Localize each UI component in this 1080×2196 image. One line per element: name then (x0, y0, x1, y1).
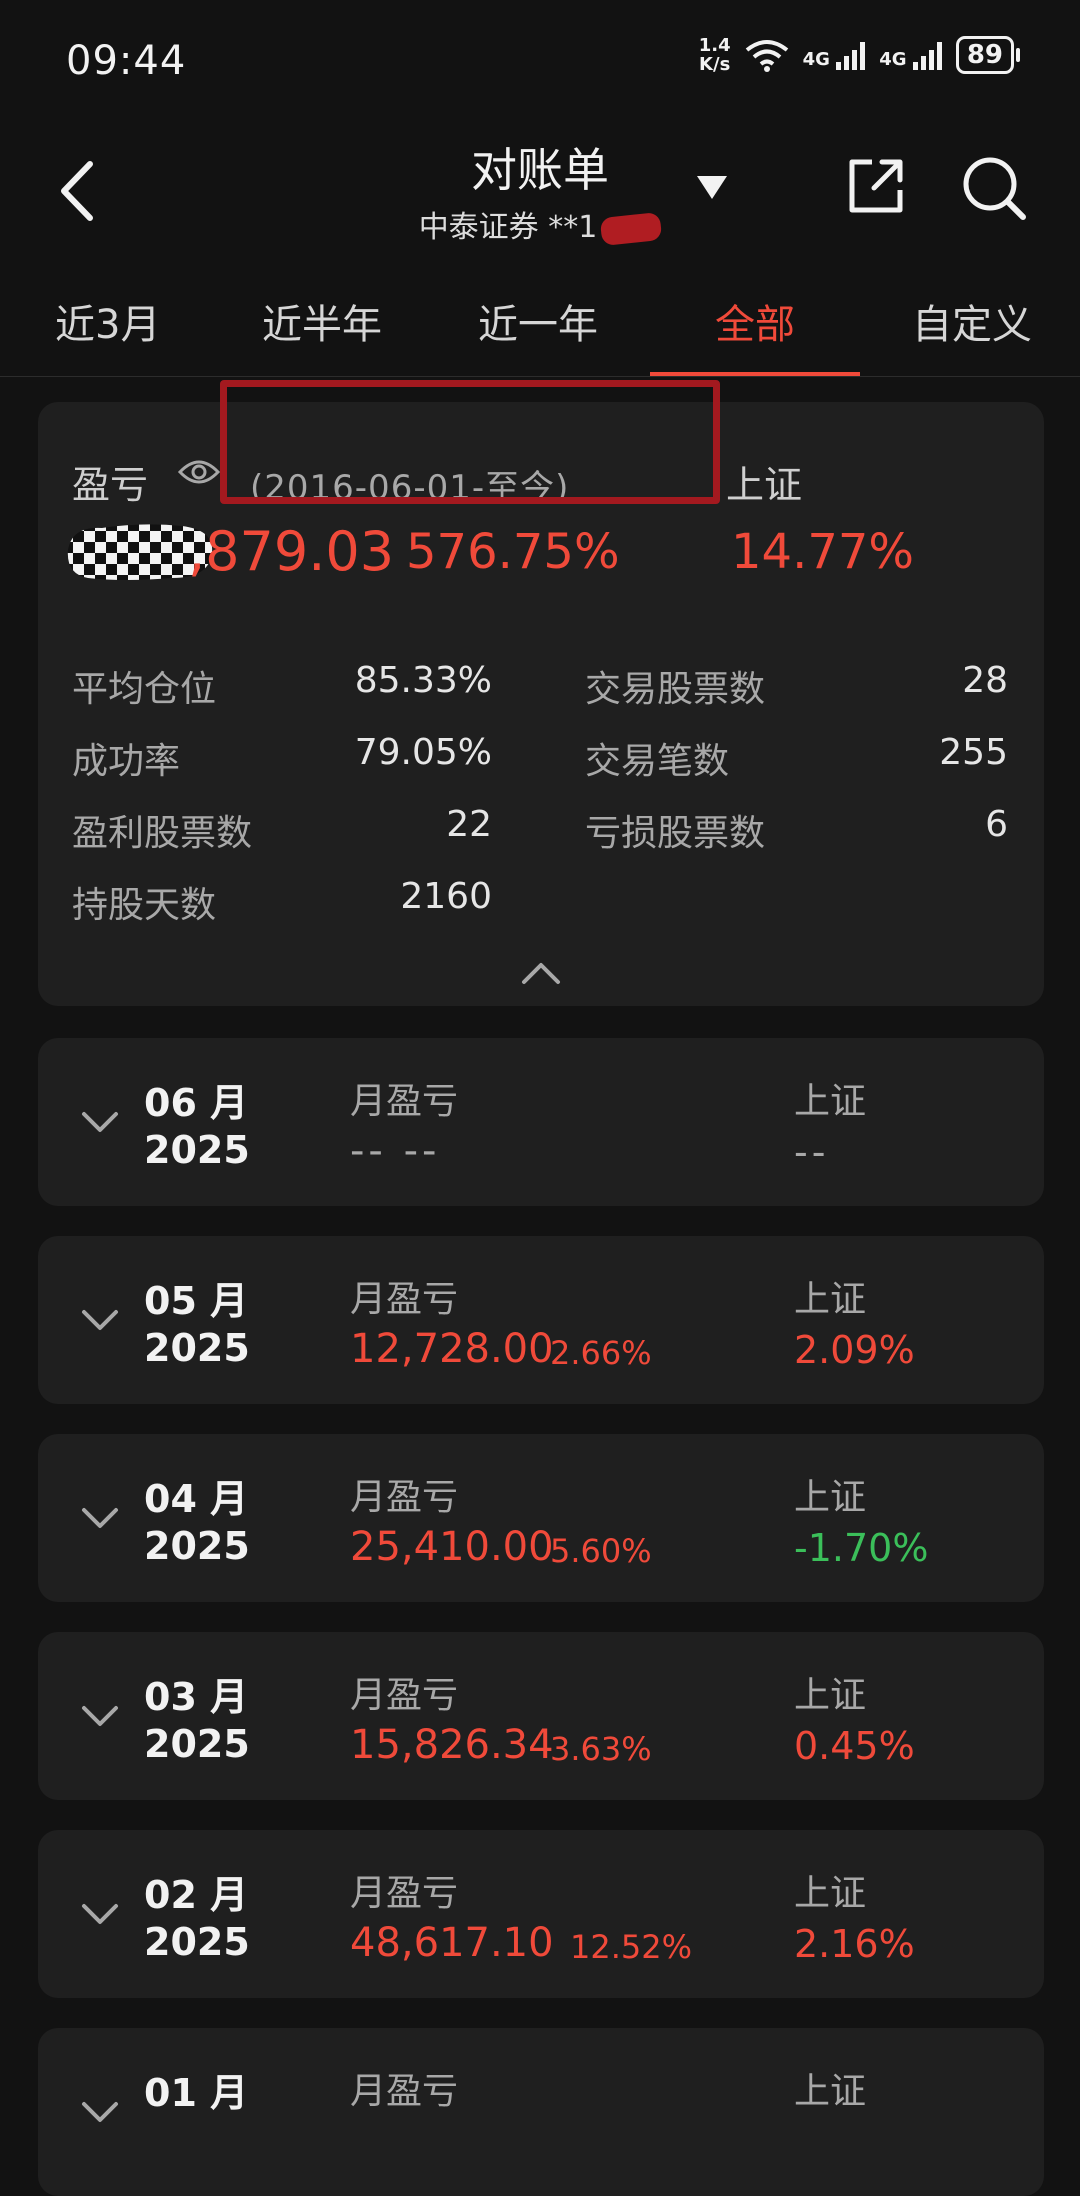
month-label: 04 月 (144, 1477, 249, 1521)
chevron-down-icon[interactable] (80, 1308, 120, 1332)
status-icons: 1.4 K/s 4G 4G 89 (698, 35, 1021, 75)
month-label: 05 月 (144, 1279, 249, 1323)
index-change: 2.09% (794, 1328, 915, 1372)
index-label: 上证 (794, 1675, 867, 1716)
monthly-pnl-label: 月盈亏 (350, 2071, 459, 2112)
account-selector[interactable]: 中泰证券 **1 (0, 202, 1080, 246)
chevron-down-icon[interactable] (80, 1902, 120, 1926)
monthly-pnl-amount: 12,728.00 (350, 1326, 554, 1372)
monthly-pnl-label: 月盈亏 (350, 1477, 459, 1518)
stat-value: 2160 (400, 876, 492, 917)
tab-all[interactable]: 全部 (715, 292, 795, 350)
monthly-pnl-percent: 5.60% (550, 1532, 652, 1570)
stat-value: 6 (985, 804, 1008, 845)
stat-value: 22 (446, 804, 492, 845)
index-label: 上证 (794, 2071, 867, 2112)
year-label: 2025 (144, 1128, 250, 1172)
month-label: 03 月 (144, 1675, 249, 1719)
tab-one-year[interactable]: 近一年 (478, 292, 598, 350)
stat-value: 85.33% (354, 660, 492, 701)
stat-value: 28 (962, 660, 1008, 701)
chevron-down-icon[interactable] (80, 1506, 120, 1530)
stat-label: 持股天数 (72, 885, 217, 926)
index-label: 上证 (794, 1081, 867, 1122)
monthly-pnl-percent: 12.52% (570, 1928, 693, 1966)
year-label: 2025 (144, 1920, 250, 1964)
month-row[interactable]: 01 月 月盈亏 上证 (38, 2028, 1044, 2196)
stat-label: 亏损股票数 (585, 813, 766, 854)
share-icon[interactable] (844, 154, 908, 218)
total-pnl-percent: 576.75% (406, 524, 620, 580)
stat-label: 盈利股票数 (72, 813, 253, 854)
signal-bars-icon (836, 40, 866, 70)
monthly-pnl-label: 月盈亏 (350, 1675, 459, 1716)
month-row[interactable]: 04 月 2025 月盈亏 25,410.00 5.60% 上证 -1.70% (38, 1434, 1044, 1602)
year-label: 2025 (144, 1326, 250, 1370)
stat-label: 平均仓位 (72, 669, 217, 710)
month-row[interactable]: 05 月 2025 月盈亏 12,728.00 2.66% 上证 2.09% (38, 1236, 1044, 1404)
search-icon[interactable] (960, 154, 1028, 222)
index-change: -1.70% (794, 1526, 929, 1570)
status-time: 09:44 (66, 38, 187, 84)
month-label: 06 月 (144, 1081, 249, 1125)
index-change: -- (794, 1130, 830, 1174)
stat-label: 交易笔数 (585, 741, 730, 782)
monthly-pnl-amount: -- -- (350, 1128, 441, 1174)
monthly-pnl-amount: 48,617.10 (350, 1920, 554, 1966)
monthly-pnl-label: 月盈亏 (350, 1279, 459, 1320)
eye-icon[interactable] (178, 454, 220, 490)
tab-3-months[interactable]: 近3月 (55, 292, 160, 350)
caret-down-icon[interactable] (695, 172, 729, 202)
signal-2: 4G (879, 40, 942, 70)
month-row[interactable]: 02 月 2025 月盈亏 48,617.10 12.52% 上证 2.16% (38, 1830, 1044, 1998)
signal-bars-icon (912, 40, 942, 70)
month-row[interactable]: 03 月 2025 月盈亏 15,826.34 3.63% 上证 0.45% (38, 1632, 1044, 1800)
stat-value: 79.05% (354, 732, 492, 773)
stat-label: 交易股票数 (585, 669, 766, 710)
redaction-mark (600, 211, 663, 246)
active-tab-indicator (650, 372, 860, 376)
index-percent: 14.77% (731, 524, 915, 580)
index-label: 上证 (794, 1477, 867, 1518)
signal-1: 4G (803, 40, 866, 70)
tab-custom[interactable]: 自定义 (912, 292, 1032, 350)
page-title: 对账单 (471, 143, 609, 197)
month-label: 02 月 (144, 1873, 249, 1917)
total-pnl-value: ,879.03 (188, 520, 395, 583)
month-row[interactable]: 06 月 2025 月盈亏 -- -- 上证 -- (38, 1038, 1044, 1206)
stat-label: 成功率 (72, 741, 181, 782)
chevron-down-icon[interactable] (80, 1704, 120, 1728)
monthly-pnl-percent: 2.66% (550, 1334, 652, 1372)
monthly-pnl-amount: 15,826.34 (350, 1722, 554, 1768)
battery-indicator: 89 (955, 36, 1021, 74)
monthly-pnl-label: 月盈亏 (350, 1873, 459, 1914)
monthly-pnl-amount: 25,410.00 (350, 1524, 554, 1570)
chevron-down-icon[interactable] (80, 2100, 120, 2124)
index-change: 0.45% (794, 1724, 915, 1768)
stat-value: 255 (939, 732, 1008, 773)
pnl-label: 盈亏 (72, 463, 149, 507)
tab-half-year[interactable]: 近半年 (262, 292, 382, 350)
index-label: 上证 (726, 463, 803, 507)
status-bar: 09:44 1.4 K/s 4G 4G 89 (0, 0, 1080, 120)
index-change: 2.16% (794, 1922, 915, 1966)
annotation-highlight-box (220, 380, 720, 504)
year-label: 2025 (144, 1524, 250, 1568)
wifi-icon (745, 40, 788, 72)
app-header: 对账单 中泰证券 **1 (0, 120, 1080, 260)
monthly-pnl-percent: 3.63% (550, 1730, 652, 1768)
account-label: 中泰证券 **1 (418, 210, 598, 245)
index-label: 上证 (794, 1279, 867, 1320)
year-label: 2025 (144, 1722, 250, 1766)
network-speed: 1.4 K/s (698, 35, 731, 75)
period-tabs: 近3月 近半年 近一年 全部 自定义 (0, 272, 1080, 377)
month-label: 01 月 (144, 2071, 249, 2115)
index-label: 上证 (794, 1873, 867, 1914)
monthly-pnl-label: 月盈亏 (350, 1081, 459, 1122)
chevron-down-icon[interactable] (80, 1110, 120, 1134)
chevron-up-icon[interactable] (520, 960, 562, 986)
